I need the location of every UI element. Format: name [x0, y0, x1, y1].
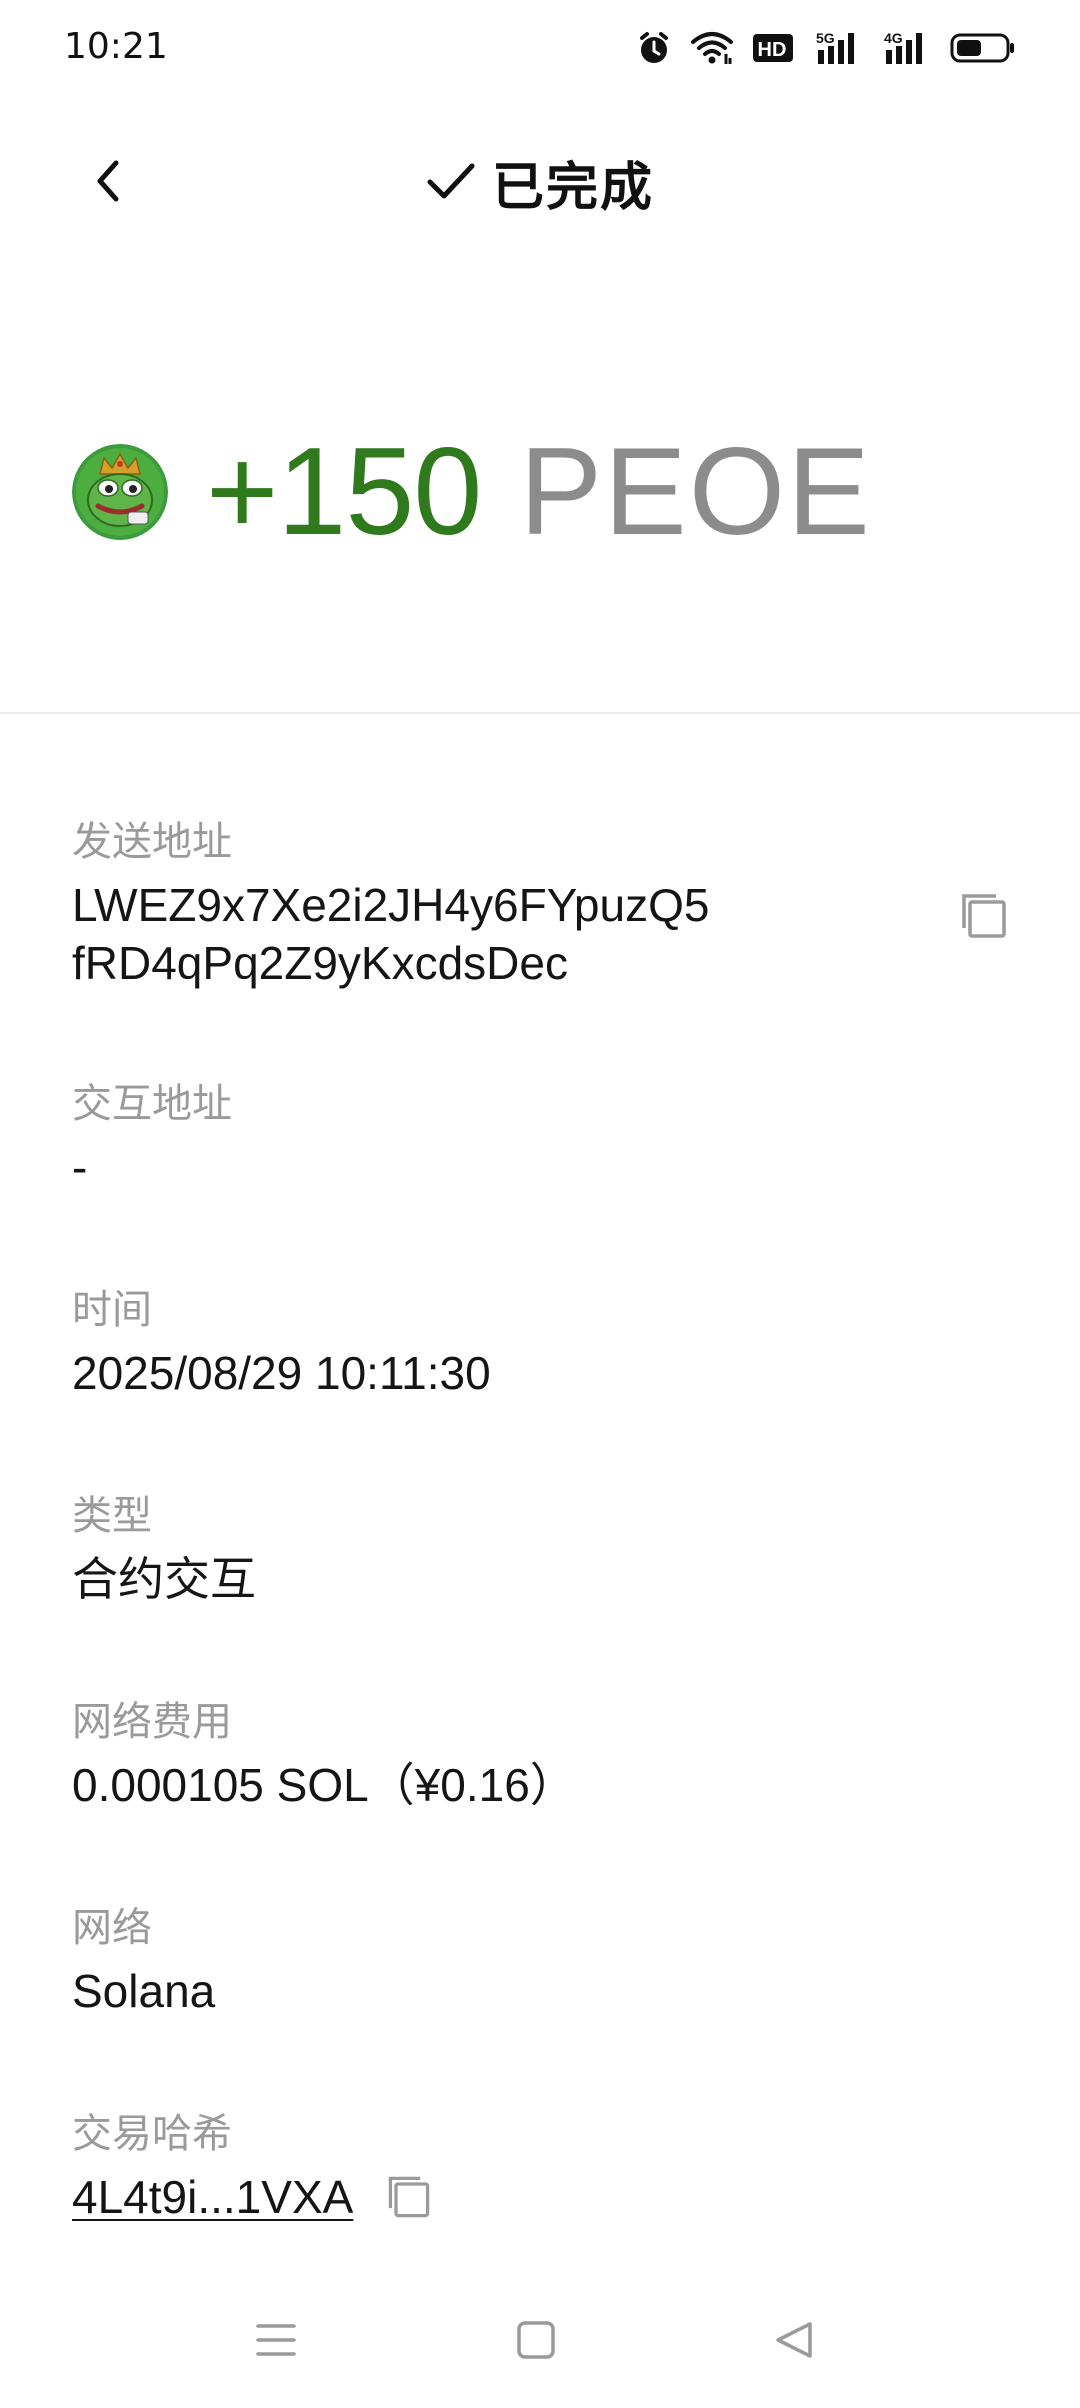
sender-address-line1: LWEZ9x7Xe2i2JH4y6FYpuzQ5 [72, 879, 710, 931]
interaction-value: - [72, 1141, 88, 1193]
network-field: 网络 Solana [72, 1894, 1012, 2020]
token-avatar [72, 444, 168, 540]
wifi-icon [691, 32, 733, 64]
back-triangle-icon [776, 2322, 812, 2358]
status-time: 10:21 [64, 26, 168, 67]
amount-symbol: PEOE [519, 423, 872, 561]
transaction-hash-link[interactable]: 4L4t9i...1VXA [72, 2168, 353, 2226]
time-label: 时间 [72, 1287, 152, 1333]
copy-sender-button[interactable] [956, 888, 1012, 944]
type-value: 合约交互 [72, 1553, 256, 1605]
network-value: Solana [72, 1965, 216, 2017]
type-field: 类型 合约交互 [72, 1482, 1012, 1608]
divider [0, 712, 1080, 714]
pepe-token-icon [72, 444, 168, 540]
checkmark-icon [427, 163, 475, 199]
hash-field: 交易哈希 4L4t9i...1VXA [72, 2100, 1012, 2226]
system-nav-bar [0, 2300, 1080, 2380]
sender-label: 发送地址 [72, 819, 232, 865]
fee-field: 网络费用 0.000105 SOL（¥0.16） [72, 1688, 1012, 1814]
copy-icon [962, 894, 1006, 938]
alarm-icon [640, 32, 668, 63]
type-label: 类型 [72, 1493, 152, 1539]
battery-icon [950, 33, 1014, 63]
fee-label: 网络费用 [72, 1699, 232, 1745]
header-status: 已完成 [0, 146, 1080, 218]
nav-menu-button[interactable] [248, 2312, 304, 2368]
amount-value: +150 [206, 423, 482, 561]
amount-row: +150 PEOE [72, 423, 872, 561]
signal-5g-icon: 5G [816, 30, 854, 64]
interaction-field: 交互地址 - [72, 1070, 1012, 1196]
status-title: 已完成 [491, 157, 654, 218]
hd-label: HD [758, 39, 787, 61]
nav-home-button[interactable] [508, 2312, 564, 2368]
copy-icon [389, 2176, 430, 2218]
status-bar: 10:21 HD 5G 4G [0, 0, 1080, 96]
hash-row: 4L4t9i...1VXA [72, 2168, 1012, 2226]
copy-hash-button[interactable] [383, 2171, 435, 2223]
hash-label: 交易哈希 [72, 2111, 232, 2157]
menu-icon [256, 2324, 296, 2356]
hd-icon: HD [753, 34, 793, 62]
time-field: 时间 2025/08/29 10:11:30 [72, 1276, 1012, 1402]
interaction-label: 交互地址 [72, 1081, 232, 1127]
home-square-icon [517, 2321, 555, 2359]
net2-label: 4G [884, 30, 903, 46]
time-value: 2025/08/29 10:11:30 [72, 1347, 491, 1399]
sender-address-line2: fRD4qPq2Z9yKxcdsDec [72, 937, 568, 989]
signal-4g-icon: 4G [884, 30, 922, 64]
net1-label: 5G [816, 30, 835, 46]
nav-back-button[interactable] [766, 2312, 822, 2368]
sender-field: 发送地址 LWEZ9x7Xe2i2JH4y6FYpuzQ5 fRD4qPq2Z9… [72, 808, 1012, 992]
status-icons: HD 5G 4G [636, 28, 1016, 68]
fee-value: 0.000105 SOL（¥0.16） [72, 1759, 576, 1811]
network-label: 网络 [72, 1905, 152, 1951]
